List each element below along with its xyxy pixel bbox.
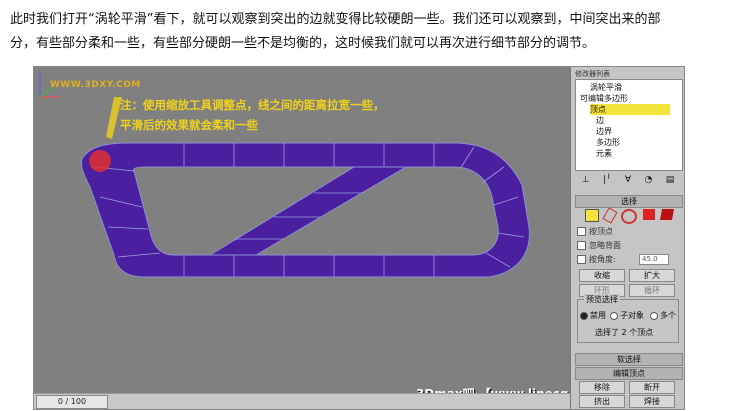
axis-tripod-icon	[39, 71, 60, 98]
pin-icon[interactable]: ⊥	[582, 175, 590, 189]
perspective-viewport[interactable]: WWW.3DXY.COM 注：使用缩放工具调整点，线之间的距离拉宽一些， 平滑后…	[34, 67, 570, 393]
element-mode-icon[interactable]	[660, 209, 674, 220]
ignore-backfacing-checkbox[interactable]: 忽略背面	[577, 241, 621, 251]
angle-field[interactable]: 45.0	[639, 254, 669, 265]
preview-off-label: 禁用	[590, 311, 606, 320]
loop-button[interactable]: 循环	[629, 284, 675, 297]
modify-panel: 修改器列表 涡轮平滑 可编辑多边形 顶点 边 边界 多边形 元素 ⊥ |╵ ∀ …	[570, 67, 684, 409]
mesh-diagonal-bar	[208, 166, 408, 256]
modifier-stack[interactable]: 涡轮平滑 可编辑多边形 顶点 边 边界 多边形 元素	[575, 79, 683, 171]
by-vertex-label: 按顶点	[589, 227, 613, 236]
vertex-mode-icon[interactable]	[585, 209, 599, 222]
stack-item-vertex[interactable]: 顶点	[590, 104, 670, 115]
selected-vertex-marker	[89, 150, 111, 172]
polygon-mode-icon[interactable]	[643, 209, 655, 220]
by-angle-checkbox[interactable]: 按角度:	[577, 255, 616, 265]
preview-selection-title: 预览选择	[584, 294, 620, 305]
selection-status: 选择了 2 个顶点	[595, 328, 654, 337]
stack-item-element[interactable]: 元素	[596, 148, 612, 159]
article-line-1: 此时我们打开“涡轮平滑”看下，就可以观察到突出的边就变得比较硬朗一些。我们还可以…	[10, 12, 661, 27]
article-line-2: 分，有些部分柔和一些，有些部分硬朗一些不是均衡的，这时候我们就可以再次进行细节部…	[10, 36, 596, 51]
preview-subobject-label: 子对象	[620, 311, 644, 320]
remove-button[interactable]: 移除	[579, 381, 625, 394]
modifier-list-label[interactable]: 修改器列表	[575, 69, 610, 79]
tip-note-line-1: 注：使用缩放工具调整点，线之间的距离拉宽一些，	[120, 98, 385, 112]
stack-item-editable-poly[interactable]: 可编辑多边形	[580, 93, 628, 104]
time-slider[interactable]: 0 / 100	[36, 395, 108, 409]
by-angle-label: 按角度:	[589, 255, 616, 264]
break-button[interactable]: 断开	[629, 381, 675, 394]
grow-button[interactable]: 扩大	[629, 269, 675, 282]
edit-vertices-rollout-header[interactable]: 编辑顶点	[575, 367, 683, 380]
subobject-icons	[585, 207, 674, 224]
soft-selection-rollout-header[interactable]: 软选择	[575, 353, 683, 366]
by-vertex-checkbox[interactable]: 按顶点	[577, 227, 613, 237]
time-slider-bar[interactable]: 0 / 100	[34, 393, 570, 409]
max-screenshot: WWW.3DXY.COM 注：使用缩放工具调整点，线之间的距离拉宽一些， 平滑后…	[33, 66, 685, 410]
preview-off-radio[interactable]: 禁用	[580, 310, 606, 321]
preview-multi-label: 多个	[660, 311, 676, 320]
shrink-button[interactable]: 收缩	[579, 269, 625, 282]
selection-rollout-header[interactable]: 选择	[575, 195, 683, 208]
stack-item-edge[interactable]: 边	[596, 115, 604, 126]
article-text: 此时我们打开“涡轮平滑”看下，就可以观察到突出的边就变得比较硬朗一些。我们还可以…	[10, 8, 730, 56]
extrude-button[interactable]: 挤出	[579, 395, 625, 408]
stack-item-polygon[interactable]: 多边形	[596, 137, 620, 148]
show-end-result-icon[interactable]: |╵	[603, 175, 611, 189]
preview-multi-radio[interactable]: 多个	[650, 310, 676, 321]
make-unique-icon[interactable]: ∀	[625, 175, 631, 189]
border-mode-icon[interactable]	[621, 209, 637, 224]
stack-item-border[interactable]: 边界	[596, 126, 612, 137]
weld-button[interactable]: 焊接	[629, 395, 675, 408]
remove-modifier-icon[interactable]: ◔	[644, 175, 652, 189]
configure-icon[interactable]: ▤	[666, 175, 675, 189]
tip-note-line-2: 平滑后的效果就会柔和一些	[120, 118, 258, 132]
brand-footer: 3Dmax吧 【www.linecg.com/tieba/1771】	[416, 385, 570, 393]
ignore-backfacing-label: 忽略背面	[589, 241, 621, 250]
preview-subobject-radio[interactable]: 子对象	[610, 310, 644, 321]
edge-mode-icon[interactable]	[602, 207, 618, 224]
tip-note: 注：使用缩放工具调整点，线之间的距离拉宽一些， 平滑后的效果就会柔和一些	[120, 95, 420, 135]
stack-item-turbosmooth[interactable]: 涡轮平滑	[590, 82, 622, 93]
stack-toolbar: ⊥ |╵ ∀ ◔ ▤	[575, 175, 681, 189]
